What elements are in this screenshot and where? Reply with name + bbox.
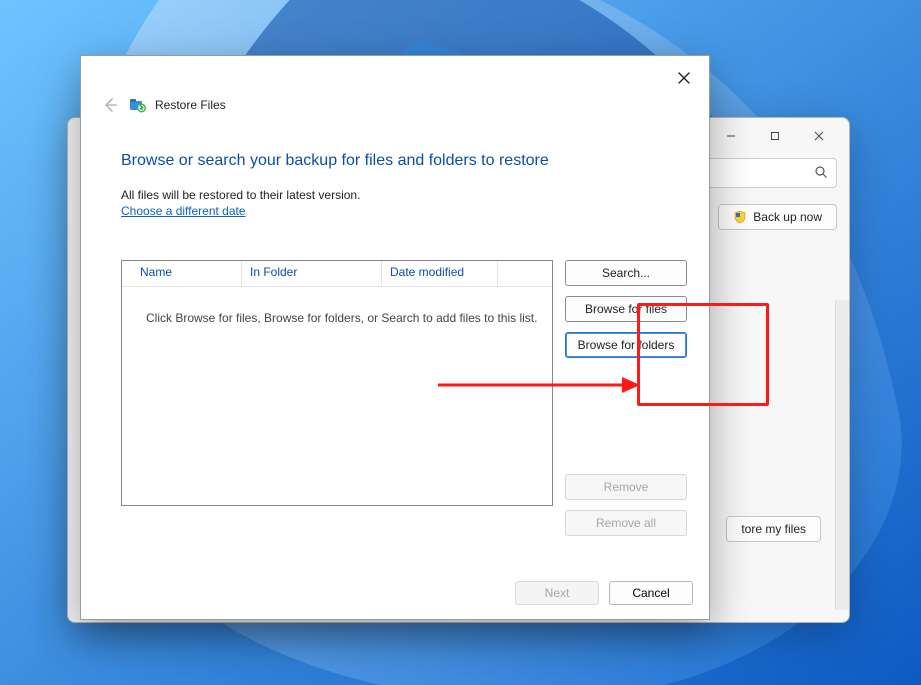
search-button[interactable]: Search... [565, 260, 687, 286]
dialog-close-button[interactable] [667, 64, 701, 92]
column-in-folder[interactable]: In Folder [242, 261, 382, 286]
column-spacer [498, 261, 552, 286]
back-up-now-label: Back up now [753, 210, 822, 224]
remove-all-button: Remove all [565, 510, 687, 536]
cancel-button[interactable]: Cancel [609, 581, 693, 605]
column-name[interactable]: Name [122, 261, 242, 286]
choose-different-date-link[interactable]: Choose a different date [121, 204, 246, 218]
dialog-footer: Next Cancel [81, 567, 709, 619]
back-button[interactable] [99, 94, 121, 116]
action-button-column: Search... Browse for files Browse for fo… [565, 260, 687, 536]
list-empty-message: Click Browse for files, Browse for folde… [122, 287, 552, 325]
dialog-title: Restore Files [155, 98, 226, 112]
restore-files-icon [129, 96, 147, 114]
browse-for-files-button[interactable]: Browse for files [565, 296, 687, 322]
close-button[interactable] [797, 122, 841, 150]
column-date-modified[interactable]: Date modified [382, 261, 498, 286]
list-header: Name In Folder Date modified [122, 261, 552, 287]
remove-button: Remove [565, 474, 687, 500]
restore-files-dialog: Restore Files Browse or search your back… [80, 55, 710, 620]
search-icon [814, 165, 828, 182]
dialog-heading: Browse or search your backup for files a… [121, 152, 687, 170]
back-up-now-button[interactable]: Back up now [718, 204, 837, 230]
background-scrollbar[interactable] [835, 300, 849, 610]
shield-icon [733, 210, 747, 224]
file-list-box[interactable]: Name In Folder Date modified Click Brows… [121, 260, 553, 506]
browse-for-folders-button[interactable]: Browse for folders [565, 332, 687, 358]
restore-my-files-label: tore my files [741, 522, 806, 536]
next-button: Next [515, 581, 599, 605]
minimize-button[interactable] [709, 122, 753, 150]
restore-my-files-button-partial[interactable]: tore my files [726, 516, 821, 542]
dialog-subtitle: All files will be restored to their late… [121, 188, 687, 202]
maximize-button[interactable] [753, 122, 797, 150]
